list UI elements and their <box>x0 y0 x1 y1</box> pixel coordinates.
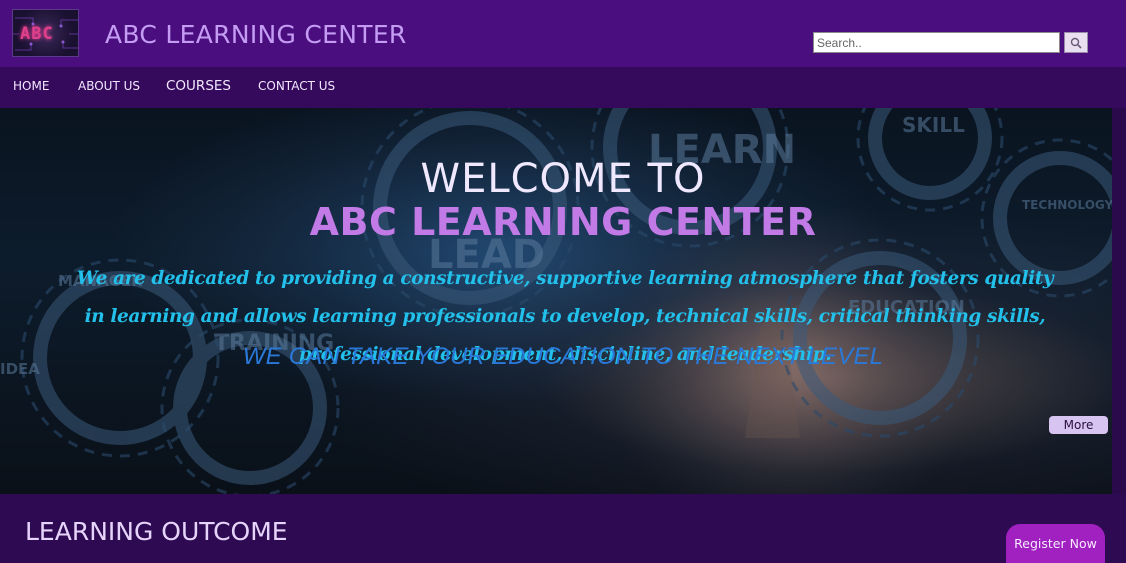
more-button[interactable]: More <box>1049 416 1108 434</box>
main-nav: HOME ABOUT US COURSES CONTACT US <box>0 67 1126 108</box>
hero-tagline: WE CAN TAKE YOUR EDUCATION TO THE NEXT L… <box>242 343 884 370</box>
nav-item-home[interactable]: HOME <box>13 79 49 93</box>
learning-outcome-section: LEARNING OUTCOME Register Now <box>0 494 1126 563</box>
nav-item-courses[interactable]: COURSES <box>166 78 231 94</box>
hero-welcome-heading: WELCOME TO <box>420 156 706 202</box>
section-title: LEARNING OUTCOME <box>25 517 288 546</box>
register-now-button[interactable]: Register Now <box>1006 524 1105 563</box>
logo-text: ABC <box>20 24 54 44</box>
site-header: ABC ABC LEARNING CENTER <box>0 0 1126 67</box>
hero-center-name: ABC LEARNING CENTER <box>309 200 817 244</box>
bg-word-skill: SKILL <box>902 113 965 137</box>
search-input[interactable] <box>813 32 1060 53</box>
hero-banner: LEARN SKILL TECHNOLOGY MANAGER LEAD TRAI… <box>0 108 1112 494</box>
nav-item-about-us[interactable]: ABOUT US <box>78 79 140 93</box>
hero-right-border <box>1112 108 1126 494</box>
site-title: ABC LEARNING CENTER <box>105 20 407 49</box>
nav-item-contact-us[interactable]: CONTACT US <box>258 79 335 93</box>
search-icon <box>1070 37 1082 49</box>
search-button[interactable] <box>1064 32 1088 53</box>
site-logo[interactable]: ABC <box>12 9 79 57</box>
